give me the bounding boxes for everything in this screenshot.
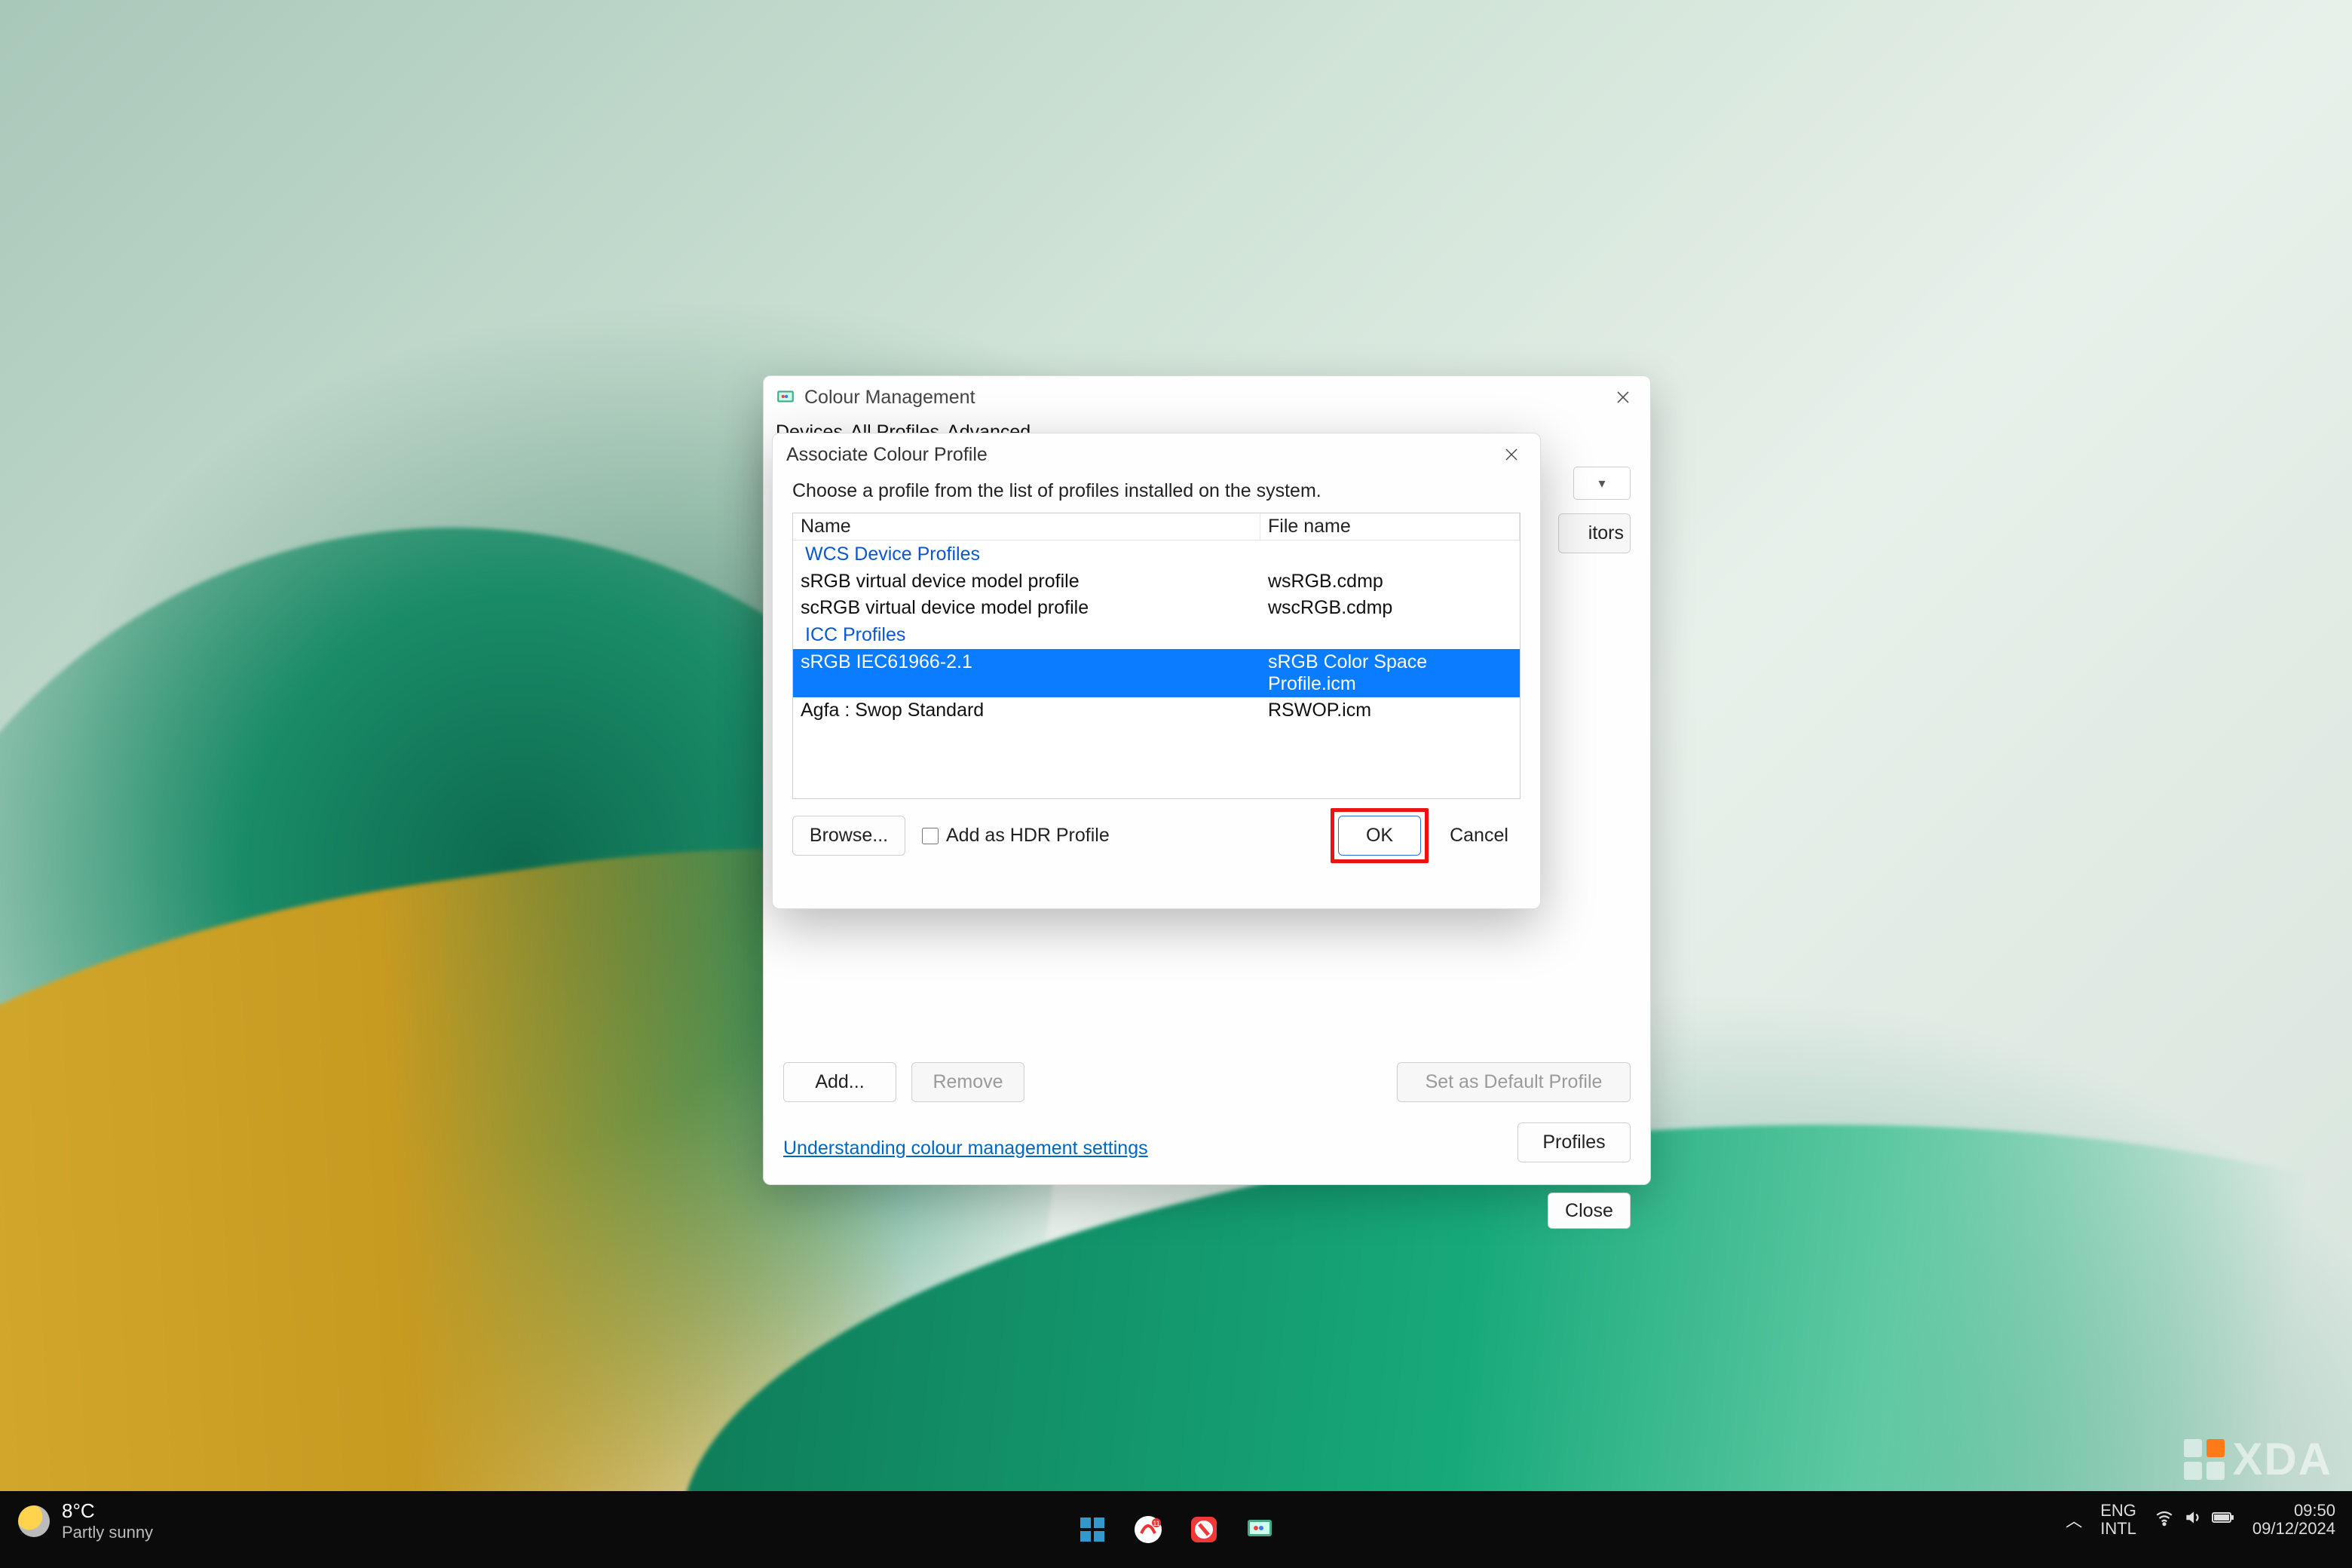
cancel-button[interactable]: Cancel [1438, 816, 1521, 856]
add-hdr-checkbox-label: Add as HDR Profile [946, 825, 1110, 847]
battery-icon[interactable] [2212, 1508, 2234, 1533]
remove-button: Remove [911, 1062, 1024, 1102]
weather-temperature: 8°C [62, 1500, 153, 1523]
identify-monitors-button[interactable]: itors [1558, 513, 1631, 553]
column-name[interactable]: Name [793, 513, 1260, 540]
wifi-icon[interactable] [2154, 1508, 2174, 1533]
ok-button[interactable]: OK [1338, 816, 1421, 856]
svg-text:11: 11 [1153, 1520, 1159, 1527]
taskbar-app-colour-management[interactable] [1239, 1509, 1280, 1550]
add-hdr-checkbox-input[interactable] [922, 828, 939, 844]
profile-row[interactable]: scRGB virtual device model profile wscRG… [793, 595, 1520, 621]
xda-watermark: XDA [2184, 1433, 2332, 1485]
profile-group-icc: ICC Profiles [793, 621, 1520, 649]
close-button[interactable]: Close [1548, 1193, 1631, 1229]
taskbar-right: ︿ ENG INTL 09:50 09/12/2024 [2066, 1502, 2335, 1538]
taskbar-weather[interactable]: 8°C Partly sunny [18, 1500, 153, 1542]
dialog-footer: Browse... Add as HDR Profile OK Cancel [792, 816, 1521, 856]
profile-list[interactable]: Name File name WCS Device Profiles sRGB … [792, 513, 1521, 799]
set-default-profile-button: Set as Default Profile [1397, 1062, 1631, 1102]
profiles-button[interactable]: Profiles [1517, 1122, 1631, 1162]
taskbar-clock[interactable]: 09:50 09/12/2024 [2252, 1502, 2335, 1538]
start-button[interactable] [1072, 1509, 1113, 1550]
column-file[interactable]: File name [1260, 513, 1520, 540]
profile-row-selected[interactable]: sRGB IEC61966-2.1 sRGB Color Space Profi… [793, 649, 1520, 697]
xda-logo-icon [2184, 1439, 2225, 1480]
add-button[interactable]: Add... [783, 1062, 896, 1102]
profile-row[interactable]: sRGB virtual device model profile wsRGB.… [793, 568, 1520, 595]
system-tray[interactable] [2154, 1508, 2234, 1533]
window-title: Colour Management [804, 387, 1606, 409]
dialog-titlebar[interactable]: Associate Colour Profile [773, 433, 1540, 476]
profile-group-wcs: WCS Device Profiles [793, 541, 1520, 568]
chevron-down-icon: ▾ [1598, 476, 1605, 492]
taskbar-center: 11 [1072, 1509, 1280, 1550]
window-close-button[interactable] [1606, 381, 1640, 414]
profile-action-row: Add... Remove Set as Default Profile [783, 1062, 1631, 1102]
dialog-description: Choose a profile from the list of profil… [792, 480, 1521, 502]
taskbar-app-copilot[interactable]: 11 [1128, 1509, 1168, 1550]
profile-row[interactable]: Agfa : Swop Standard RSWOP.icm [793, 697, 1520, 724]
weather-description: Partly sunny [62, 1523, 153, 1542]
dialog-body: Choose a profile from the list of profil… [773, 476, 1540, 874]
dialog-close-button[interactable] [1496, 439, 1527, 470]
volume-icon[interactable] [2183, 1508, 2203, 1533]
associate-colour-profile-dialog: Associate Colour Profile Choose a profil… [772, 433, 1541, 909]
browse-button[interactable]: Browse... [792, 816, 905, 856]
desktop: Colour Management Devices All Profiles A… [0, 0, 2352, 1568]
device-dropdown[interactable]: ▾ [1573, 467, 1631, 500]
xda-watermark-text: XDA [2232, 1433, 2332, 1485]
add-hdr-checkbox[interactable]: Add as HDR Profile [922, 825, 1110, 847]
profile-list-rows: WCS Device Profiles sRGB virtual device … [793, 541, 1520, 724]
clock-date: 09/12/2024 [2252, 1520, 2335, 1538]
clock-time: 09:50 [2294, 1502, 2335, 1520]
taskbar-app-vivaldi[interactable] [1184, 1509, 1224, 1550]
language-indicator[interactable]: ENG INTL [2100, 1502, 2136, 1538]
profile-list-header: Name File name [793, 513, 1520, 541]
taskbar[interactable]: 8°C Partly sunny 11 ︿ ENG INTL [0, 1491, 2352, 1568]
dialog-title: Associate Colour Profile [786, 444, 1496, 466]
weather-icon [18, 1505, 50, 1537]
help-link[interactable]: Understanding colour management settings [783, 1138, 1148, 1159]
window-titlebar[interactable]: Colour Management [764, 376, 1650, 418]
tray-chevron-icon[interactable]: ︿ [2066, 1508, 2082, 1532]
app-icon [774, 386, 797, 409]
